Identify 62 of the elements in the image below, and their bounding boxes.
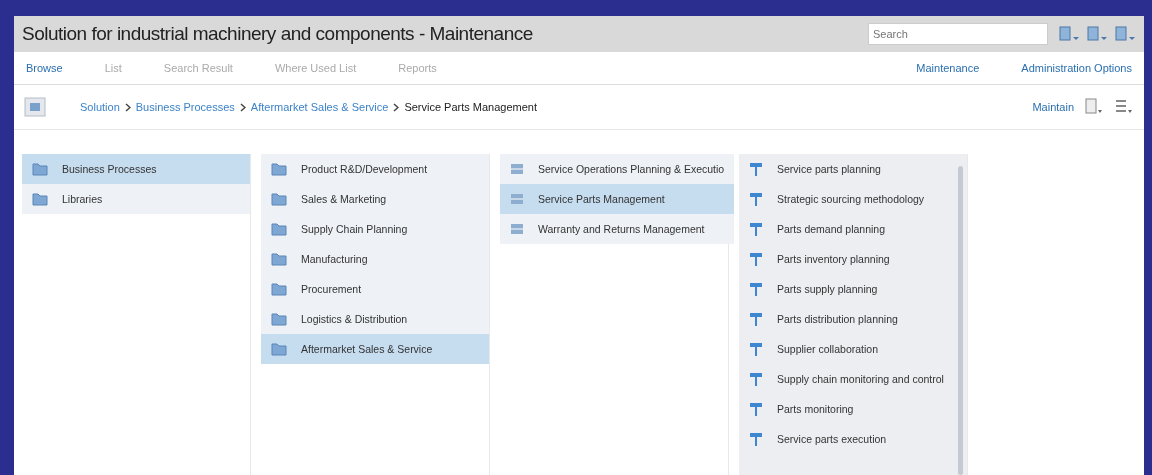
list-item[interactable]: Libraries bbox=[22, 184, 250, 214]
list-item[interactable]: Logistics & Distribution bbox=[261, 304, 489, 334]
list-item[interactable]: Parts demand planning bbox=[739, 214, 954, 244]
actions-link[interactable]: Maintain bbox=[1032, 101, 1074, 113]
document-icon[interactable] bbox=[1058, 26, 1080, 42]
folder-icon bbox=[32, 162, 48, 176]
chevron-icon bbox=[393, 102, 400, 112]
grid-icon bbox=[510, 163, 524, 175]
list-item[interactable]: Parts inventory planning bbox=[739, 244, 954, 274]
grid-icon bbox=[510, 223, 524, 235]
folder-icon bbox=[271, 312, 287, 326]
pin-icon bbox=[749, 371, 763, 387]
scrollbar[interactable] bbox=[957, 166, 963, 475]
list-item[interactable]: Service parts planning bbox=[739, 154, 954, 184]
breadcrumb-link[interactable]: Solution bbox=[80, 101, 120, 113]
list-item[interactable]: Sales & Marketing bbox=[261, 184, 489, 214]
nav-tab[interactable]: Browse bbox=[26, 62, 63, 74]
breadcrumb-link[interactable]: Business Processes bbox=[135, 101, 235, 113]
pin-icon bbox=[749, 401, 763, 417]
pin-icon bbox=[749, 281, 763, 297]
pin-icon bbox=[749, 431, 763, 447]
list-item[interactable]: Procurement bbox=[261, 274, 489, 304]
list-item[interactable]: Parts supply planning bbox=[739, 274, 954, 304]
list-item[interactable]: Service parts execution bbox=[739, 424, 954, 454]
list-item[interactable]: Parts distribution planning bbox=[739, 304, 954, 334]
pin-icon bbox=[749, 191, 763, 207]
folder-icon bbox=[271, 252, 287, 266]
pin-icon bbox=[749, 251, 763, 267]
list-item[interactable]: Strategic sourcing methodology bbox=[739, 184, 954, 214]
list-item[interactable]: Manufacturing bbox=[261, 244, 489, 274]
grid-icon bbox=[510, 193, 524, 205]
pin-icon bbox=[749, 341, 763, 357]
list-item[interactable]: Aftermarket Sales & Service bbox=[261, 334, 489, 364]
document-icon[interactable] bbox=[1114, 26, 1136, 42]
folder-icon bbox=[271, 222, 287, 236]
home-icon[interactable] bbox=[24, 97, 46, 117]
list-item[interactable]: Warranty and Returns Management bbox=[500, 214, 735, 244]
folder-icon bbox=[271, 282, 287, 296]
list-item[interactable]: Product R&D/Development bbox=[261, 154, 489, 184]
nav-link[interactable]: Maintenance bbox=[916, 62, 980, 74]
search-field[interactable]: Search bbox=[868, 23, 1048, 45]
folder-icon bbox=[271, 342, 287, 356]
list-item[interactable]: Service Parts Management bbox=[500, 184, 735, 214]
nav-link[interactable]: Administration Options bbox=[1021, 62, 1132, 74]
list-item[interactable]: Supply Chain Planning bbox=[261, 214, 489, 244]
document-icon[interactable] bbox=[1084, 98, 1104, 116]
folder-icon bbox=[271, 162, 287, 176]
list-item[interactable]: Supply chain monitoring and control bbox=[739, 364, 954, 394]
chevron-icon bbox=[124, 102, 131, 112]
breadcrumb-link[interactable]: Aftermarket Sales & Service bbox=[250, 101, 389, 113]
pin-icon bbox=[749, 221, 763, 237]
chevron-icon bbox=[239, 102, 246, 112]
document-icon[interactable] bbox=[1086, 26, 1108, 42]
pin-icon bbox=[749, 161, 763, 177]
folder-icon bbox=[32, 192, 48, 206]
list-item[interactable]: Service Operations Planning & Executio bbox=[500, 154, 735, 184]
window-title: Solution for industrial machinery and components - Maintenance bbox=[22, 23, 534, 45]
list-item[interactable]: Supplier collaboration bbox=[739, 334, 954, 364]
pin-icon bbox=[749, 311, 763, 327]
folder-icon bbox=[271, 192, 287, 206]
list-item[interactable]: Business Processes bbox=[22, 154, 250, 184]
list-item[interactable]: Parts monitoring bbox=[739, 394, 954, 424]
